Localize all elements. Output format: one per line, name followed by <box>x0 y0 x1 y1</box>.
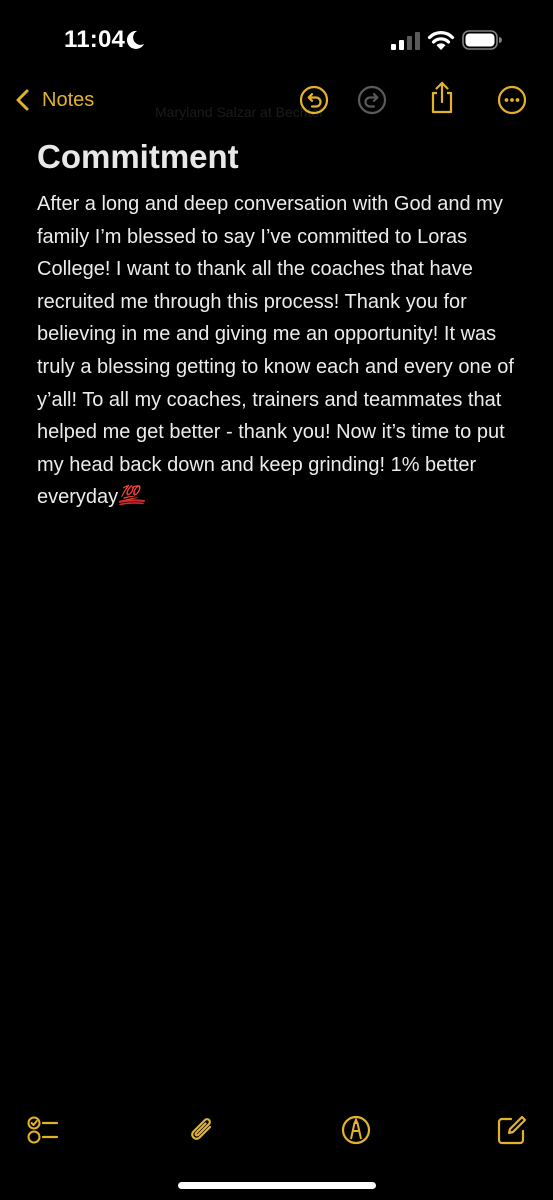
battery-icon <box>462 30 502 50</box>
faint-note-title: Maryland Salzar at Bechtel <box>155 104 323 120</box>
moon-icon <box>126 30 144 49</box>
compose-icon[interactable] <box>496 1114 528 1146</box>
chevron-left-icon <box>16 89 29 111</box>
note-body[interactable]: After a long and deep conversation with … <box>37 188 527 514</box>
note-title[interactable]: Commitment <box>37 137 239 177</box>
note-body-text: After a long and deep conversation with … <box>37 193 514 509</box>
hundred-points-emoji-icon: 💯 <box>119 484 146 506</box>
back-to-notes-button[interactable]: Notes <box>14 84 94 116</box>
wifi-icon <box>427 31 455 50</box>
paperclip-icon[interactable] <box>186 1114 218 1146</box>
share-icon[interactable] <box>427 81 457 115</box>
navigation-bar: Notes Maryland Salzar at Bechtel <box>0 80 553 120</box>
status-time: 11:04 <box>64 26 126 53</box>
markup-pen-icon[interactable] <box>340 1114 372 1146</box>
undo-icon[interactable] <box>299 85 329 115</box>
more-icon[interactable] <box>497 85 527 115</box>
home-indicator[interactable] <box>178 1182 376 1189</box>
back-label: Notes <box>42 88 95 111</box>
checklist-icon[interactable] <box>27 1114 59 1146</box>
redo-icon[interactable] <box>357 85 387 115</box>
cellular-signal-icon <box>391 32 420 50</box>
status-bar: 11:04 <box>0 0 553 80</box>
